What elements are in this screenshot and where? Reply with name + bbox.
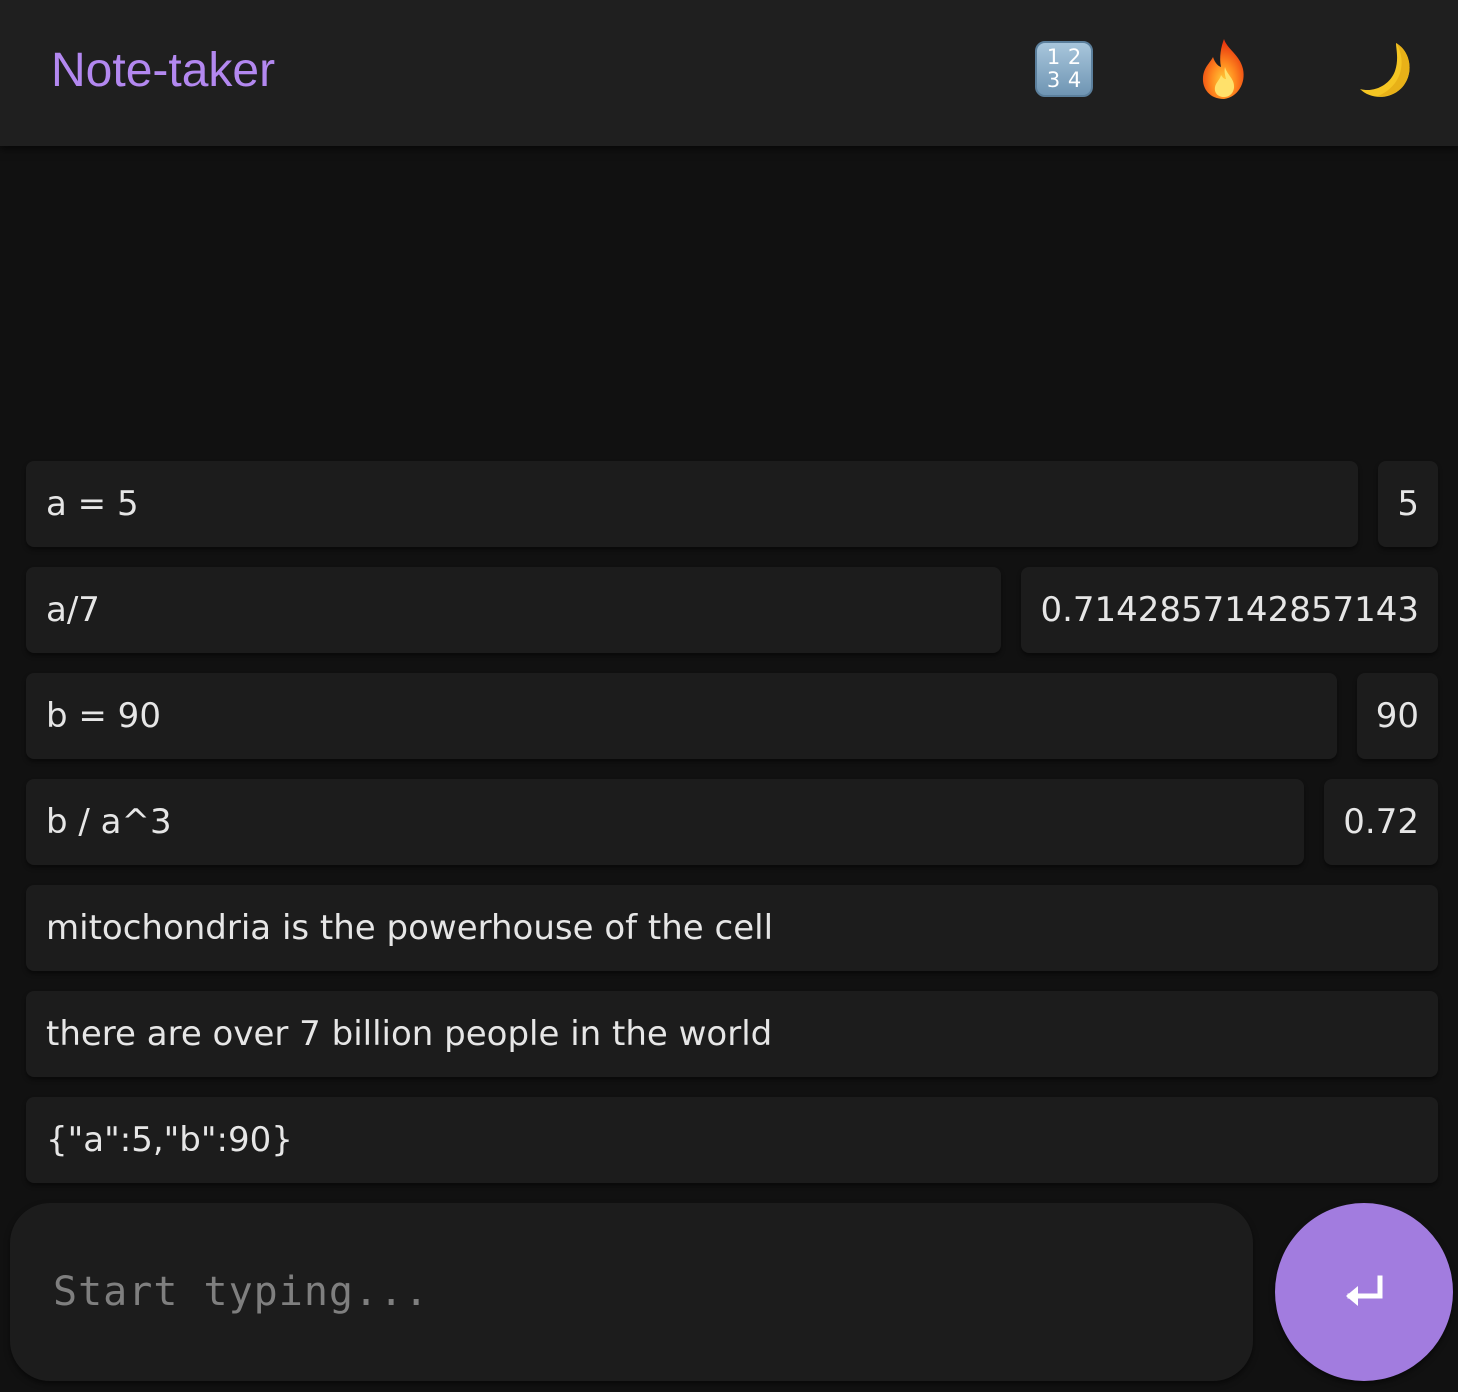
note-input[interactable] bbox=[51, 1268, 1253, 1316]
note-row: mitochondria is the powerhouse of the ce… bbox=[26, 885, 1438, 971]
notes-list: a = 5 5 a/7 0.7142857142857143 b = 90 90… bbox=[26, 461, 1438, 1203]
note-expression[interactable]: a = 5 bbox=[26, 461, 1359, 547]
send-button[interactable] bbox=[1275, 1203, 1453, 1381]
theme-toggle-button[interactable] bbox=[1352, 37, 1416, 101]
note-row: a/7 0.7142857142857143 bbox=[26, 567, 1438, 653]
return-arrow-icon bbox=[1346, 1275, 1383, 1306]
note-row: a = 5 5 bbox=[26, 461, 1438, 547]
note-expression[interactable]: b = 90 bbox=[26, 673, 1337, 759]
note-text[interactable]: there are over 7 billion people in the w… bbox=[26, 991, 1438, 1077]
note-row: b / a^3 0.72 bbox=[26, 779, 1438, 865]
numbers-button[interactable]: 1 2 3 4 bbox=[1032, 37, 1096, 101]
note-text[interactable]: {"a":5,"b":90} bbox=[26, 1097, 1438, 1183]
input-numbers-icon: 1 2 3 4 bbox=[1035, 41, 1093, 97]
note-row: {"a":5,"b":90} bbox=[26, 1097, 1438, 1183]
numbers-icon-digit: 2 bbox=[1067, 45, 1082, 69]
app-header: Note-taker 1 2 3 4 bbox=[0, 0, 1458, 146]
note-input-container bbox=[10, 1203, 1253, 1381]
crescent-moon-icon bbox=[1360, 43, 1410, 97]
note-result: 0.72 bbox=[1324, 779, 1438, 865]
app-title: Note-taker bbox=[51, 44, 276, 97]
note-expression[interactable]: b / a^3 bbox=[26, 779, 1305, 865]
numbers-icon-digit: 4 bbox=[1067, 68, 1082, 92]
numbers-icon-digit: 3 bbox=[1046, 68, 1061, 92]
note-text[interactable]: mitochondria is the powerhouse of the ce… bbox=[26, 885, 1438, 971]
numbers-icon-digit: 1 bbox=[1046, 45, 1061, 69]
note-result: 90 bbox=[1356, 673, 1438, 759]
note-result: 5 bbox=[1378, 461, 1438, 547]
note-row: there are over 7 billion people in the w… bbox=[26, 991, 1438, 1077]
note-expression[interactable]: a/7 bbox=[26, 567, 1002, 653]
fire-button[interactable] bbox=[1192, 37, 1256, 101]
note-row: b = 90 90 bbox=[26, 673, 1438, 759]
note-result: 0.7142857142857143 bbox=[1021, 567, 1438, 653]
fire-icon bbox=[1202, 39, 1244, 99]
